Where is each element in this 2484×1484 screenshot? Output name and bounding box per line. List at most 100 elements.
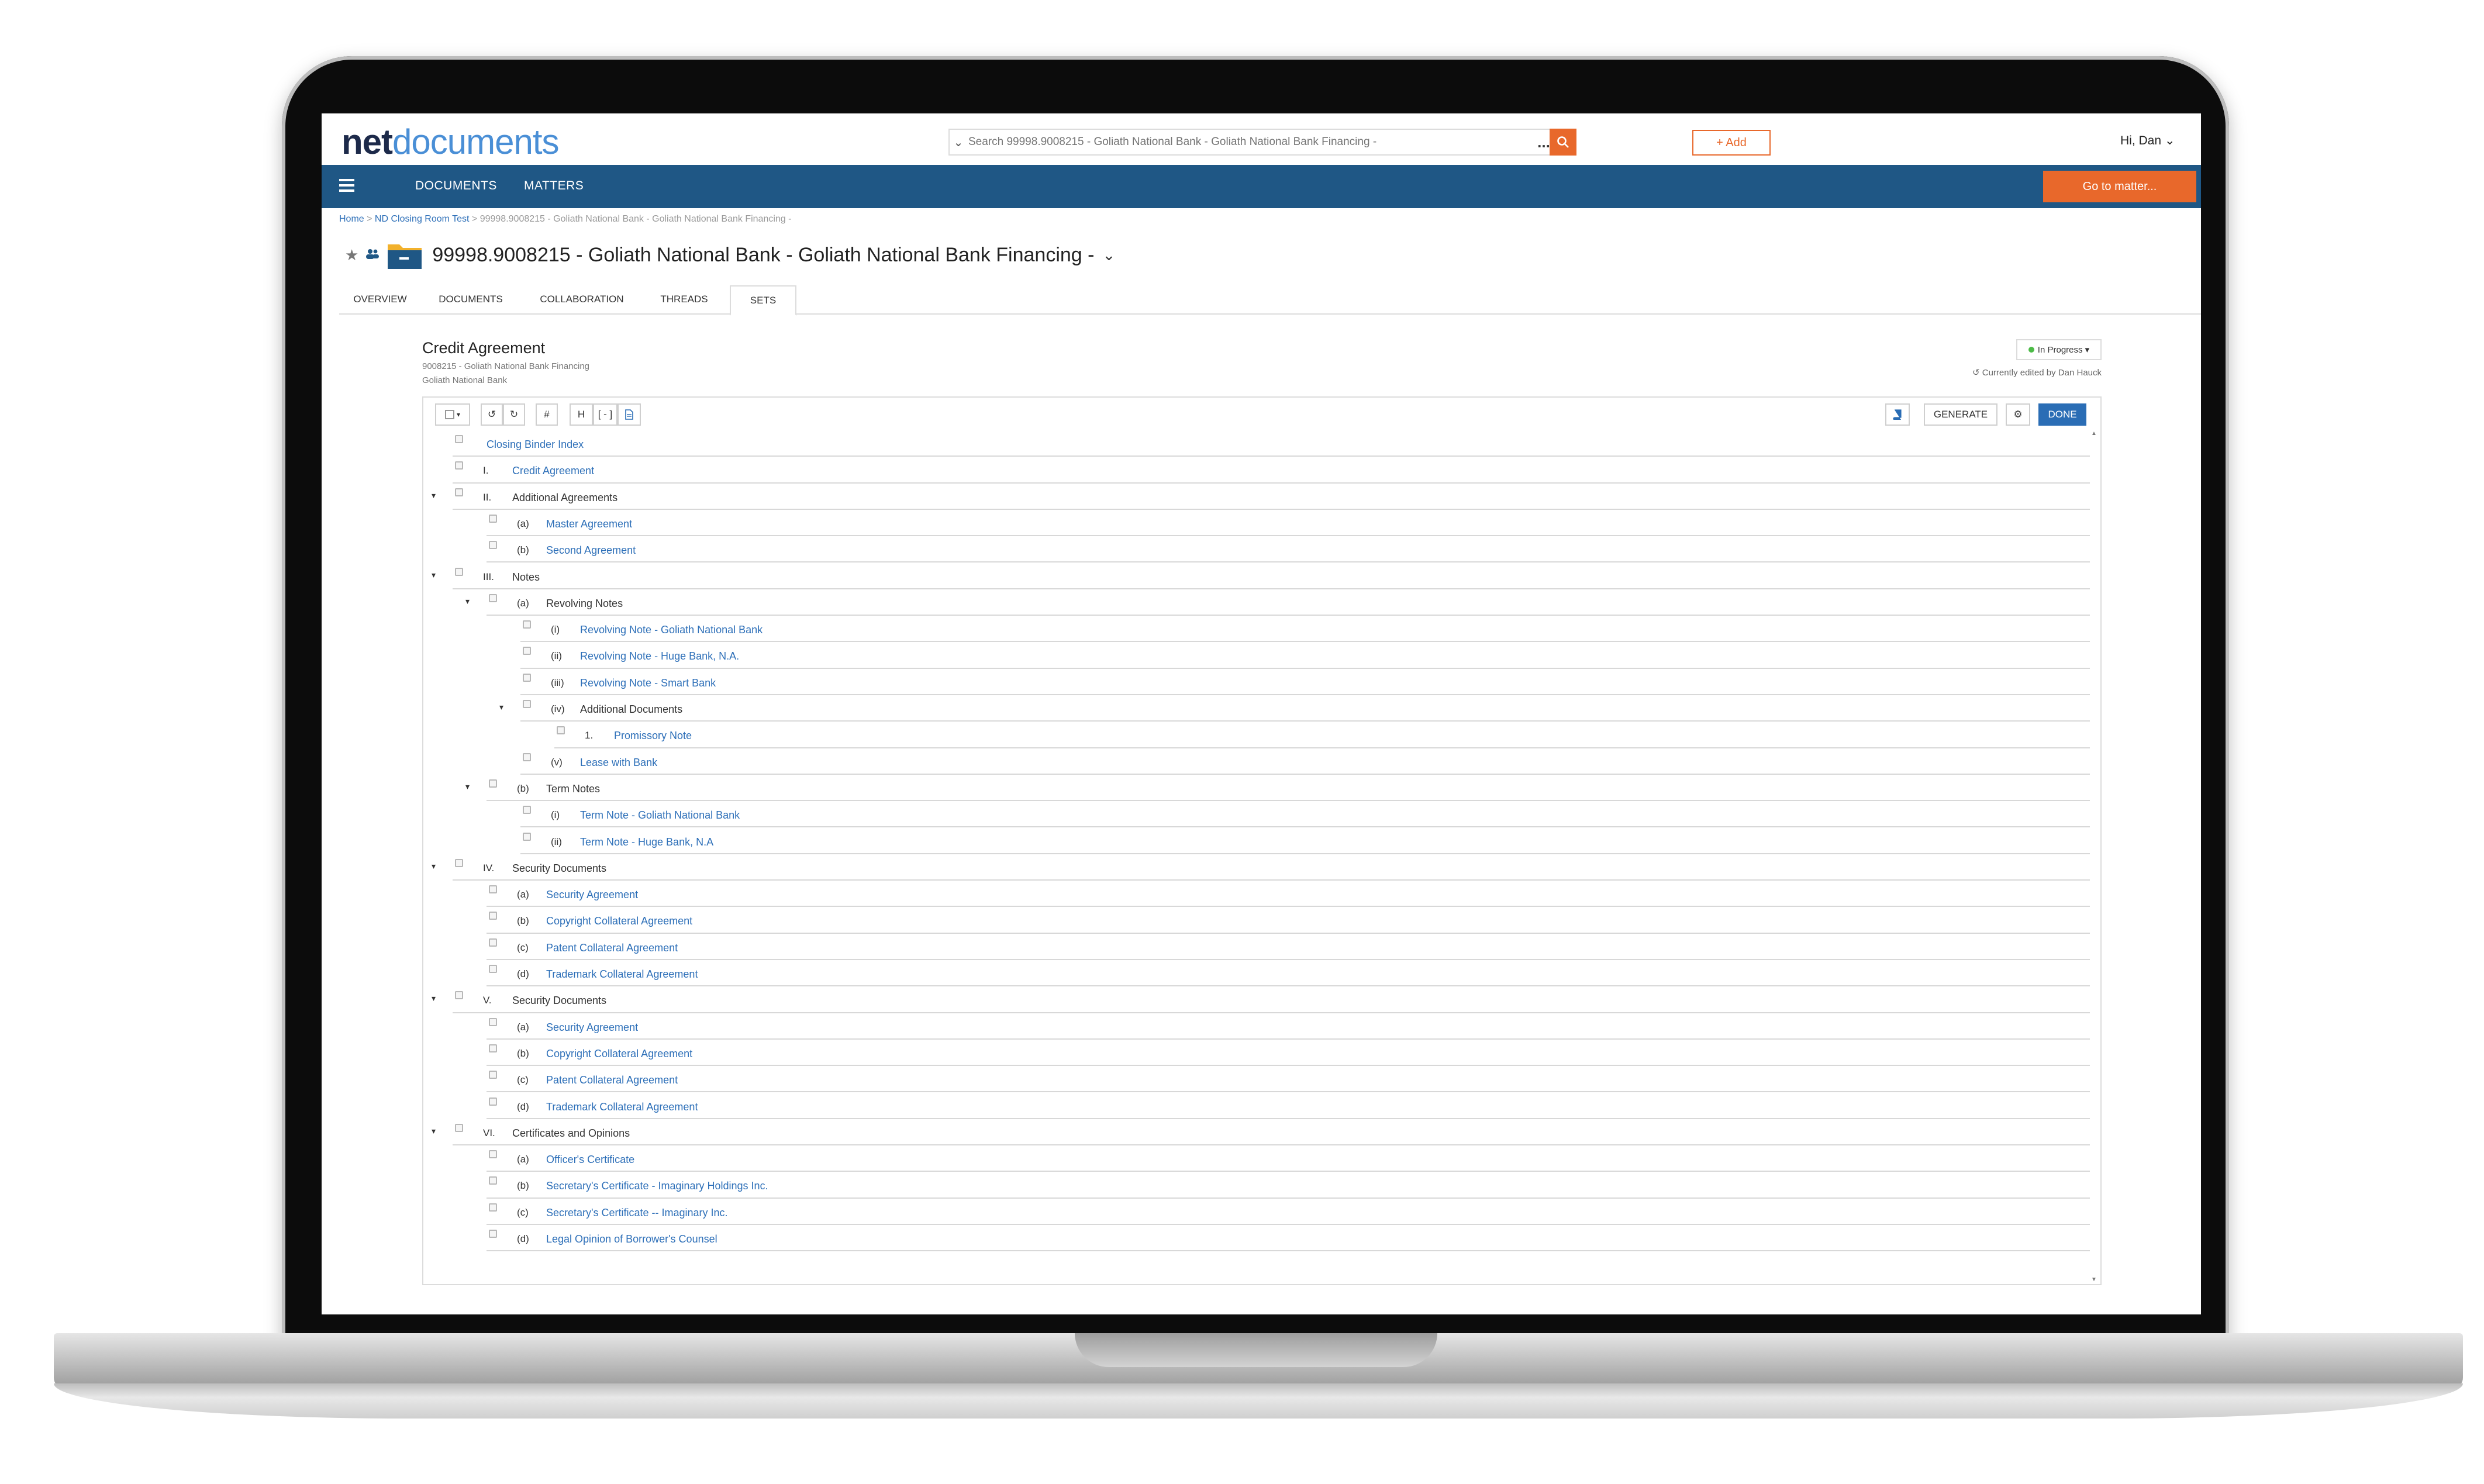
binder-book-button[interactable] — [1885, 403, 1910, 426]
row-checkbox[interactable] — [489, 1203, 497, 1212]
expand-caret-icon[interactable]: ▾ — [465, 596, 470, 606]
row-checkbox[interactable] — [489, 1150, 497, 1159]
binder-row[interactable]: (c) Patent Collateral Agreement — [423, 934, 2090, 960]
row-checkbox[interactable] — [489, 1044, 497, 1052]
binder-row[interactable]: Closing Binder Index — [423, 430, 2090, 457]
tab-sets[interactable]: SETS — [730, 285, 796, 316]
user-menu[interactable]: Hi, Dan ⌄ — [2120, 133, 2175, 148]
row-checkbox[interactable] — [455, 567, 463, 576]
row-document-link[interactable]: Closing Binder Index — [487, 439, 584, 451]
row-checkbox[interactable] — [455, 461, 463, 470]
tab-documents[interactable]: DOCUMENTS — [421, 285, 520, 313]
row-checkbox[interactable] — [523, 700, 531, 708]
row-document-link[interactable]: Promissory Note — [614, 730, 692, 742]
row-checkbox[interactable] — [489, 912, 497, 920]
search-button[interactable] — [1550, 129, 1576, 156]
row-checkbox[interactable] — [489, 1230, 497, 1238]
binder-row[interactable]: (a) Security Agreement — [423, 1013, 2090, 1040]
row-checkbox[interactable] — [489, 514, 497, 523]
settings-gear-icon[interactable]: ⚙ — [2006, 403, 2030, 426]
binder-row[interactable]: (c) Patent Collateral Agreement — [423, 1066, 2090, 1093]
tab-overview[interactable]: OVERVIEW — [339, 285, 421, 313]
row-document-link[interactable]: Master Agreement — [546, 518, 632, 530]
row-document-link[interactable]: Secretary's Certificate - Imaginary Hold… — [546, 1180, 768, 1192]
expand-caret-icon[interactable]: ▾ — [432, 570, 436, 580]
binder-row[interactable]: 1. Promissory Note — [423, 722, 2090, 748]
row-document-link[interactable]: Secretary's Certificate -- Imaginary Inc… — [546, 1207, 728, 1219]
add-document-button[interactable] — [617, 403, 641, 426]
row-document-link[interactable]: Patent Collateral Agreement — [546, 942, 678, 954]
row-document-link[interactable]: Revolving Note - Smart Bank — [580, 677, 716, 689]
row-document-link[interactable]: Term Note - Huge Bank, N.A — [580, 836, 713, 848]
row-checkbox[interactable] — [489, 885, 497, 894]
expand-caret-icon[interactable]: ▾ — [499, 702, 503, 712]
row-checkbox[interactable] — [523, 647, 531, 655]
row-checkbox[interactable] — [455, 858, 463, 867]
scroll-down-arrow-icon[interactable]: ▼ — [2091, 1276, 2097, 1283]
netdocuments-logo[interactable]: netdocuments — [341, 122, 559, 162]
binder-row[interactable]: ▾ V. Security Documents — [423, 986, 2090, 1013]
expand-caret-icon[interactable]: ▾ — [432, 491, 436, 501]
row-checkbox[interactable] — [489, 965, 497, 973]
heading-button[interactable]: H — [570, 403, 593, 426]
add-button[interactable]: + Add — [1692, 130, 1771, 156]
scroll-up-arrow-icon[interactable]: ▲ — [2091, 430, 2097, 437]
row-document-link[interactable]: Trademark Collateral Agreement — [546, 968, 698, 981]
row-document-link[interactable]: Revolving Note - Huge Bank, N.A. — [580, 650, 739, 662]
row-document-link[interactable]: Copyright Collateral Agreement — [546, 1048, 692, 1060]
row-checkbox[interactable] — [455, 991, 463, 1000]
row-document-link[interactable]: Lease with Bank — [580, 757, 657, 769]
binder-row[interactable]: (d) Trademark Collateral Agreement — [423, 1093, 2090, 1119]
binder-row[interactable]: ▾ VI. Certificates and Opinions — [423, 1119, 2090, 1146]
expand-caret-icon[interactable]: ▾ — [432, 1126, 436, 1136]
binder-row[interactable]: (ii) Revolving Note - Huge Bank, N.A. — [423, 642, 2090, 669]
row-checkbox[interactable] — [523, 673, 531, 682]
binder-row[interactable]: (i) Revolving Note - Goliath National Ban… — [423, 616, 2090, 643]
row-checkbox[interactable] — [557, 726, 565, 735]
row-document-link[interactable]: Officer's Certificate — [546, 1154, 634, 1166]
expand-caret-icon[interactable]: ▾ — [465, 782, 470, 792]
binder-row[interactable]: ▾ IV. Security Documents — [423, 854, 2090, 881]
binder-row[interactable]: (b) Second Agreement — [423, 536, 2090, 563]
binder-row[interactable]: (d) Legal Opinion of Borrower's Counsel — [423, 1225, 2090, 1252]
breadcrumb-home[interactable]: Home — [339, 214, 364, 224]
generate-button[interactable]: GENERATE — [1924, 403, 1997, 426]
binder-row[interactable]: (ii) Term Note - Huge Bank, N.A — [423, 828, 2090, 854]
nav-documents[interactable]: DOCUMENTS — [415, 179, 497, 193]
expand-caret-icon[interactable]: ▾ — [432, 993, 436, 1003]
row-document-link[interactable]: Second Agreement — [546, 544, 636, 557]
row-checkbox[interactable] — [523, 620, 531, 629]
undo-button[interactable]: ↺ — [481, 403, 503, 426]
expand-caret-icon[interactable]: ▾ — [432, 861, 436, 871]
row-document-link[interactable]: Security Agreement — [546, 889, 638, 901]
binder-row[interactable]: (d) Trademark Collateral Agreement — [423, 960, 2090, 987]
done-button[interactable]: DONE — [2038, 403, 2086, 426]
title-dropdown-chevron-icon[interactable]: ⌄ — [1102, 246, 1115, 264]
binder-row[interactable]: ▾ (b) Term Notes — [423, 775, 2090, 802]
row-checkbox[interactable] — [489, 593, 497, 602]
row-document-link[interactable]: Legal Opinion of Borrower's Counsel — [546, 1233, 717, 1245]
binder-row[interactable]: ▾ II. Additional Agreements — [423, 484, 2090, 510]
row-document-link[interactable]: Security Agreement — [546, 1021, 638, 1034]
row-checkbox[interactable] — [455, 488, 463, 496]
binder-row[interactable]: (v) Lease with Bank — [423, 748, 2090, 775]
search-input[interactable] — [967, 135, 1532, 149]
row-document-link[interactable]: Term Note - Goliath National Bank — [580, 809, 740, 822]
select-dropdown-button[interactable]: ▾ — [435, 403, 470, 426]
row-document-link[interactable]: Revolving Note - Goliath National Bank — [580, 624, 763, 636]
nav-matters[interactable]: MATTERS — [524, 179, 584, 193]
placeholder-button[interactable]: [ - ] — [593, 403, 617, 426]
binder-row[interactable]: ▾ III. Notes — [423, 563, 2090, 589]
row-checkbox[interactable] — [489, 1176, 497, 1185]
row-document-link[interactable]: Credit Agreement — [512, 465, 594, 477]
favorite-star-icon[interactable]: ★ — [345, 246, 358, 264]
binder-row[interactable]: (i) Term Note - Goliath National Bank — [423, 801, 2090, 828]
breadcrumb-closing-room[interactable]: ND Closing Room Test — [375, 214, 470, 224]
row-document-link[interactable]: Trademark Collateral Agreement — [546, 1101, 698, 1113]
redo-button[interactable]: ↻ — [503, 403, 525, 426]
go-to-matter-button[interactable]: Go to matter... — [2043, 171, 2196, 202]
tab-collaboration[interactable]: COLLABORATION — [520, 285, 643, 313]
binder-row[interactable]: (b) Copyright Collateral Agreement — [423, 1040, 2090, 1067]
row-checkbox[interactable] — [489, 779, 497, 788]
row-checkbox[interactable] — [489, 938, 497, 947]
